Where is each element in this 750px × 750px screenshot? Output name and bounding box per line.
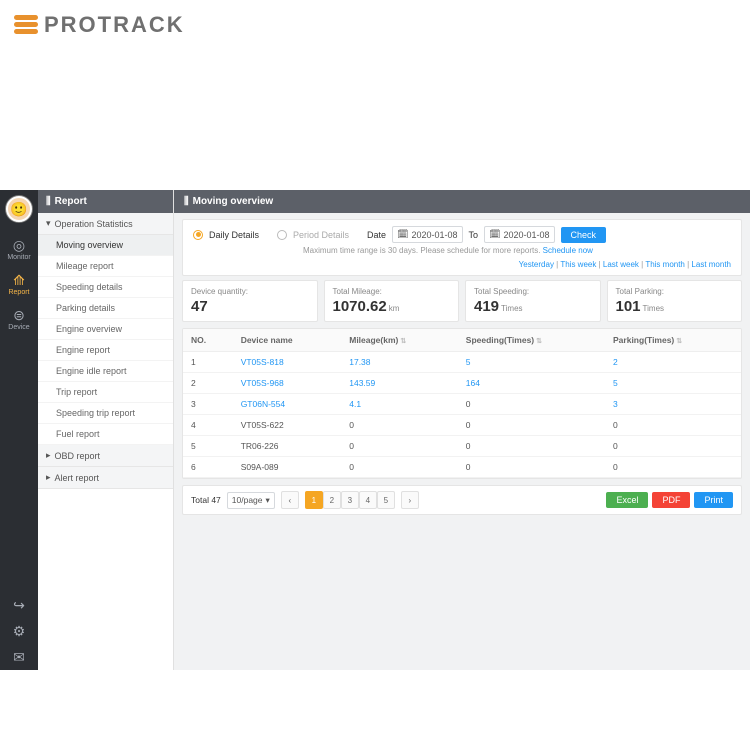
nav-rail: 🙂 ◎Monitor ⟰Report ⊜Device ↪ ⚙ ✉ bbox=[0, 190, 38, 670]
sidebar-item[interactable]: Speeding details bbox=[38, 277, 173, 298]
avatar[interactable]: 🙂 bbox=[6, 196, 32, 222]
summary-card: Device quantity:47 bbox=[182, 280, 318, 322]
bars-icon: ⫼ bbox=[184, 196, 189, 207]
cell-link[interactable]: 5 bbox=[466, 357, 471, 367]
main-panel: ⫼Moving overview Daily Details Period De… bbox=[174, 190, 750, 670]
print-button[interactable]: Print bbox=[694, 492, 733, 508]
pager-page[interactable]: 3 bbox=[341, 491, 359, 509]
check-button[interactable]: Check bbox=[561, 227, 607, 243]
schedule-link[interactable]: Schedule now bbox=[543, 246, 593, 255]
cell-link[interactable]: 4.1 bbox=[349, 399, 361, 409]
summary-card: Total Speeding:419Times bbox=[465, 280, 601, 322]
logo-mark-icon bbox=[14, 13, 38, 37]
export-pdf-button[interactable]: PDF bbox=[652, 492, 690, 508]
sidebar-item[interactable]: Engine overview bbox=[38, 319, 173, 340]
rail-share[interactable]: ↪ bbox=[0, 592, 38, 618]
column-header[interactable]: Device name bbox=[233, 329, 342, 352]
pagination-bar: Total 47 10/page▾ ‹ 12345 › Excel PDF Pr… bbox=[182, 485, 742, 515]
column-header[interactable]: Speeding(Times)⇅ bbox=[458, 329, 605, 352]
globe-icon: ◎ bbox=[0, 238, 38, 252]
table-row: 4VT05S-622000 bbox=[183, 415, 741, 436]
date-from-input[interactable]: 🗓2020-01-08 bbox=[392, 226, 462, 243]
car-icon: ⊜ bbox=[0, 308, 38, 322]
chevron-down-icon: ▾ bbox=[266, 495, 270, 506]
quick-range: Yesterday | This week | Last week | This… bbox=[193, 259, 731, 269]
cell-link[interactable]: 2 bbox=[613, 357, 618, 367]
sidebar-item[interactable]: Parking details bbox=[38, 298, 173, 319]
rail-monitor[interactable]: ◎Monitor bbox=[0, 232, 38, 267]
pager-page[interactable]: 4 bbox=[359, 491, 377, 509]
caret-right-icon: ▸ bbox=[46, 450, 51, 461]
table-row: 1VT05S-81817.3852 bbox=[183, 352, 741, 373]
table-row: 3GT06N-5544.103 bbox=[183, 394, 741, 415]
sidebar-item[interactable]: Engine idle report bbox=[38, 361, 173, 382]
column-header[interactable]: Parking(Times)⇅ bbox=[605, 329, 741, 352]
pager-page[interactable]: 2 bbox=[323, 491, 341, 509]
share-icon: ↪ bbox=[0, 598, 38, 612]
caret-right-icon: ▸ bbox=[46, 472, 51, 483]
sidebar-item[interactable]: Speeding trip report bbox=[38, 403, 173, 424]
data-table: NO.Device nameMileage(km)⇅Speeding(Times… bbox=[182, 328, 742, 479]
mail-icon: ✉ bbox=[0, 650, 38, 664]
column-header[interactable]: Mileage(km)⇅ bbox=[341, 329, 458, 352]
table-row: 6S09A-089000 bbox=[183, 457, 741, 478]
quick-range-link[interactable]: This week bbox=[560, 260, 596, 269]
sidebar-item[interactable]: Moving overview bbox=[38, 235, 173, 256]
summary-card: Total Mileage:1070.62km bbox=[324, 280, 460, 322]
quick-range-link[interactable]: Last week bbox=[603, 260, 639, 269]
sidebar-title: ⫼Report bbox=[38, 190, 173, 213]
brand-logo: PROTRACK bbox=[0, 0, 750, 50]
brand-text: PROTRACK bbox=[44, 12, 185, 38]
sidebar-item[interactable]: Trip report bbox=[38, 382, 173, 403]
summary-card: Total Parking:101Times bbox=[607, 280, 743, 322]
pager-page[interactable]: 5 bbox=[377, 491, 395, 509]
rail-settings[interactable]: ⚙ bbox=[0, 618, 38, 644]
rail-report[interactable]: ⟰Report bbox=[0, 267, 38, 302]
page-size-select[interactable]: 10/page▾ bbox=[227, 492, 275, 509]
sidebar-group-alert[interactable]: ▸Alert report bbox=[38, 467, 173, 489]
sidebar-item[interactable]: Mileage report bbox=[38, 256, 173, 277]
calendar-icon: 🗓 bbox=[489, 229, 500, 240]
bars-icon: ⫼ bbox=[46, 196, 51, 207]
pager-page[interactable]: 1 bbox=[305, 491, 323, 509]
cell-link[interactable]: 143.59 bbox=[349, 378, 375, 388]
chart-icon: ⟰ bbox=[0, 273, 38, 287]
radio-daily[interactable] bbox=[193, 230, 203, 240]
cell-link[interactable]: 5 bbox=[613, 378, 618, 388]
date-to-input[interactable]: 🗓2020-01-08 bbox=[484, 226, 554, 243]
sidebar-group-operation[interactable]: ▾Operation Statistics bbox=[38, 213, 173, 235]
summary-cards: Device quantity:47Total Mileage:1070.62k… bbox=[182, 280, 742, 322]
quick-range-link[interactable]: Yesterday bbox=[519, 260, 554, 269]
sidebar-item[interactable]: Engine report bbox=[38, 340, 173, 361]
pager-next[interactable]: › bbox=[401, 491, 419, 509]
pager-total: Total 47 bbox=[191, 495, 221, 505]
gear-icon: ⚙ bbox=[0, 624, 38, 638]
panel-title: ⫼Moving overview bbox=[174, 190, 750, 213]
sidebar-item[interactable]: Fuel report bbox=[38, 424, 173, 445]
table-row: 5TR06-226000 bbox=[183, 436, 741, 457]
quick-range-link[interactable]: This month bbox=[645, 260, 685, 269]
column-header[interactable]: NO. bbox=[183, 329, 233, 352]
calendar-icon: 🗓 bbox=[397, 229, 408, 240]
sidebar: ⫼Report ▾Operation Statistics Moving ove… bbox=[38, 190, 174, 670]
rail-device[interactable]: ⊜Device bbox=[0, 302, 38, 337]
sidebar-group-obd[interactable]: ▸OBD report bbox=[38, 445, 173, 467]
pager-prev[interactable]: ‹ bbox=[281, 491, 299, 509]
rail-mail[interactable]: ✉ bbox=[0, 644, 38, 670]
export-excel-button[interactable]: Excel bbox=[606, 492, 648, 508]
radio-period[interactable] bbox=[277, 230, 287, 240]
cell-link[interactable]: 3 bbox=[613, 399, 618, 409]
cell-link[interactable]: 164 bbox=[466, 378, 480, 388]
cell-link[interactable]: VT05S-968 bbox=[241, 378, 284, 388]
range-note: Maximum time range is 30 days. Please sc… bbox=[303, 246, 731, 255]
cell-link[interactable]: GT06N-554 bbox=[241, 399, 285, 409]
cell-link[interactable]: VT05S-818 bbox=[241, 357, 284, 367]
quick-range-link[interactable]: Last month bbox=[691, 260, 731, 269]
table-row: 2VT05S-968143.591645 bbox=[183, 373, 741, 394]
filter-bar: Daily Details Period Details Date 🗓2020-… bbox=[182, 219, 742, 276]
cell-link[interactable]: 17.38 bbox=[349, 357, 370, 367]
caret-down-icon: ▾ bbox=[46, 218, 51, 229]
